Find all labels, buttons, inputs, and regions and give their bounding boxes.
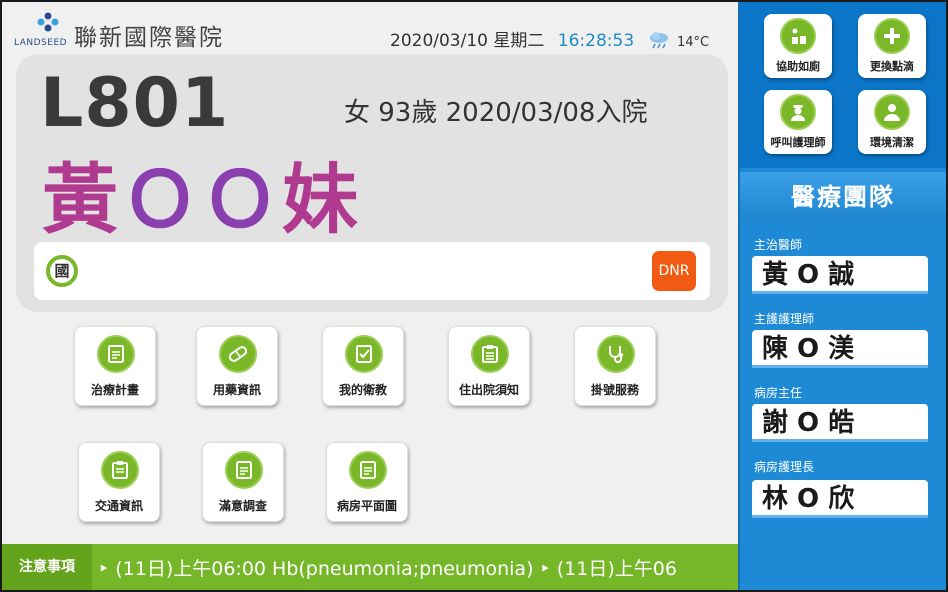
person-icon [874, 94, 910, 130]
call-actions: 協助如廁 更換點滴 呼叫護理師 環境清潔 [740, 2, 946, 168]
hospital-logo: LANDSEED [14, 12, 74, 52]
registration-service-label: 掛號服務 [590, 383, 639, 397]
ward-map-label: 病房平面圖 [336, 499, 397, 513]
head-nurse-role: 病房護理長 [754, 460, 815, 474]
cloud-rain-icon [649, 32, 668, 49]
notice-text: ‣ (11日)上午06:00 Hb(pneumonia;pneumonia) ‣… [98, 558, 677, 580]
attending-doctor-name: 黃 O 誠 [752, 256, 928, 294]
logo-brand-text: LANDSEED [14, 38, 68, 48]
ward-director-name: 謝 O 皓 [752, 404, 928, 442]
notice-ticker: 注意事項 ‣ (11日)上午06:00 Hb(pneumonia;pneumon… [2, 544, 738, 590]
satisfaction-survey-label: 滿意調查 [218, 499, 267, 513]
patient-tag-bar: 國 DNR [34, 242, 710, 300]
bed-number: L801 [40, 64, 230, 143]
toilet-assist-button[interactable]: 協助如廁 [764, 14, 832, 78]
transport-info-label: 交通資訊 [94, 499, 143, 513]
dnr-badge: DNR [652, 251, 696, 291]
attending-doctor-role: 主治醫師 [754, 238, 803, 252]
admission-info-button[interactable]: 住出院須知 [448, 326, 530, 406]
call-nurse-button[interactable]: 呼叫護理師 [764, 90, 832, 154]
transport-info-button[interactable]: 交通資訊 [78, 442, 160, 522]
patient-info: 女 93歲 2020/03/08入院 [344, 98, 648, 128]
clipboard-icon [101, 451, 139, 489]
stethoscope-icon [597, 335, 635, 373]
registration-service-button[interactable]: 掛號服務 [574, 326, 656, 406]
head-nurse-name: 林 O 欣 [752, 480, 928, 518]
hospital-name: 聯新國際醫院 [74, 25, 224, 51]
medication-info-button[interactable]: 用藥資訊 [196, 326, 278, 406]
temperature-text: 14°C [676, 35, 710, 50]
ward-map-button[interactable]: 病房平面圖 [326, 442, 408, 522]
patient-name-masked: ＯＯ [122, 155, 282, 244]
notice-label: 注意事項 [2, 544, 92, 590]
datetime-display: 2020/03/10 星期二 16:28:53 14°C [390, 26, 709, 51]
bedside-screen: LANDSEED 聯新國際醫院 2020/03/10 星期二 16:28:53 … [2, 2, 946, 590]
primary-nurse-name: 陳 O 渼 [752, 330, 928, 368]
medical-team-title: 醫療團隊 [740, 172, 946, 222]
plus-icon [874, 18, 910, 54]
document-icon [97, 335, 135, 373]
patient-name-given: 妹 [282, 155, 362, 244]
medication-info-label: 用藥資訊 [212, 383, 261, 397]
admission-info-label: 住出院須知 [458, 383, 519, 397]
patient-name-surname: 黃 [42, 155, 122, 244]
patient-name: 黃ＯＯ妹 [42, 138, 362, 248]
ward-director-role: 病房主任 [754, 386, 803, 400]
right-panel: 協助如廁 更換點滴 呼叫護理師 環境清潔 醫療團隊 主治醫師 黃 O 誠 主護護… [738, 2, 946, 590]
checklist-icon [345, 335, 383, 373]
satisfaction-survey-button[interactable]: 滿意調查 [202, 442, 284, 522]
change-drip-button[interactable]: 更換點滴 [858, 14, 926, 78]
primary-nurse-role: 主護護理師 [754, 312, 815, 326]
room-cleaning-button[interactable]: 環境清潔 [858, 90, 926, 154]
change-drip-label: 更換點滴 [870, 60, 914, 73]
document-icon [349, 451, 387, 489]
room-cleaning-label: 環境清潔 [870, 136, 914, 149]
toilet-assist-label: 協助如廁 [776, 60, 820, 73]
treatment-plan-label: 治療計畫 [90, 383, 139, 397]
health-education-label: 我的衛教 [338, 383, 387, 397]
patient-card: L801 女 93歲 2020/03/08入院 黃ＯＯ妹 國 DNR [16, 54, 728, 312]
date-text: 2020/03/10 星期二 [390, 31, 545, 51]
time-text: 16:28:53 [557, 31, 635, 51]
logo-mark-icon [37, 12, 59, 32]
treatment-plan-button[interactable]: 治療計畫 [74, 326, 156, 406]
language-tag: 國 [46, 255, 78, 287]
clipboard-icon [471, 335, 509, 373]
nurse-icon [780, 94, 816, 130]
toilet-assist-icon [780, 18, 816, 54]
pill-icon [219, 335, 257, 373]
call-nurse-label: 呼叫護理師 [770, 136, 826, 149]
health-education-button[interactable]: 我的衛教 [322, 326, 404, 406]
document-icon [225, 451, 263, 489]
